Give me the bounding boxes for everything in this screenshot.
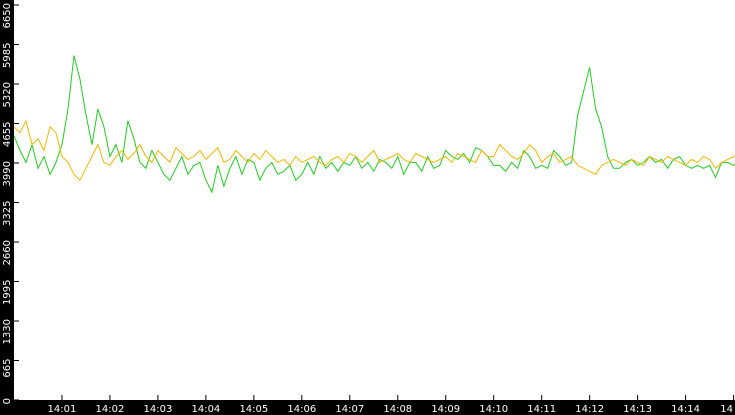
x-tick-label: 14:04	[191, 404, 220, 415]
plot-area	[0, 0, 735, 415]
x-tick-label: 14:07	[335, 404, 364, 415]
x-tick-label: 14:14	[671, 404, 700, 415]
x-tick-label: 14:08	[383, 404, 412, 415]
x-tick-labels: 14:01 14:02 14:03 14:04 14:05 14:06 14:07 14:08…	[48, 404, 733, 415]
y-tick-label: 665	[2, 359, 13, 378]
x-tick-label: 14:05	[239, 404, 268, 415]
y-tick-label: 5985	[2, 43, 13, 68]
y-tick-label: 1995	[2, 280, 13, 305]
line-chart: 0 665 1330 1995 2660 3325 3990 4655 5320 5985 6650…	[0, 0, 735, 415]
y-tick-label: 4655	[2, 122, 13, 147]
y-tick-label: 2660	[2, 240, 13, 265]
y-tick-label: 0	[2, 398, 13, 404]
y-tick-label: 3990	[2, 161, 13, 186]
x-tick-label: 14:11	[527, 404, 556, 415]
x-tick-label: 14:02	[96, 404, 125, 415]
x-tick-label: 14:10	[479, 404, 508, 415]
x-tick-label: 14	[720, 404, 733, 415]
x-tick-label: 14:12	[575, 404, 604, 415]
y-tick-label: 6650	[2, 3, 13, 28]
y-tick-label: 1330	[2, 319, 13, 344]
x-tick-label: 14:13	[623, 404, 652, 415]
x-tick-label: 14:06	[287, 404, 316, 415]
y-tick-label: 3325	[2, 201, 13, 226]
x-tick-label: 14:01	[48, 404, 77, 415]
x-tick-label: 14:03	[143, 404, 172, 415]
y-tick-labels: 0 665 1330 1995 2660 3325 3990 4655 5320 5985 6650	[2, 3, 13, 404]
y-tick-label: 5320	[2, 82, 13, 107]
x-tick-label: 14:09	[431, 404, 460, 415]
